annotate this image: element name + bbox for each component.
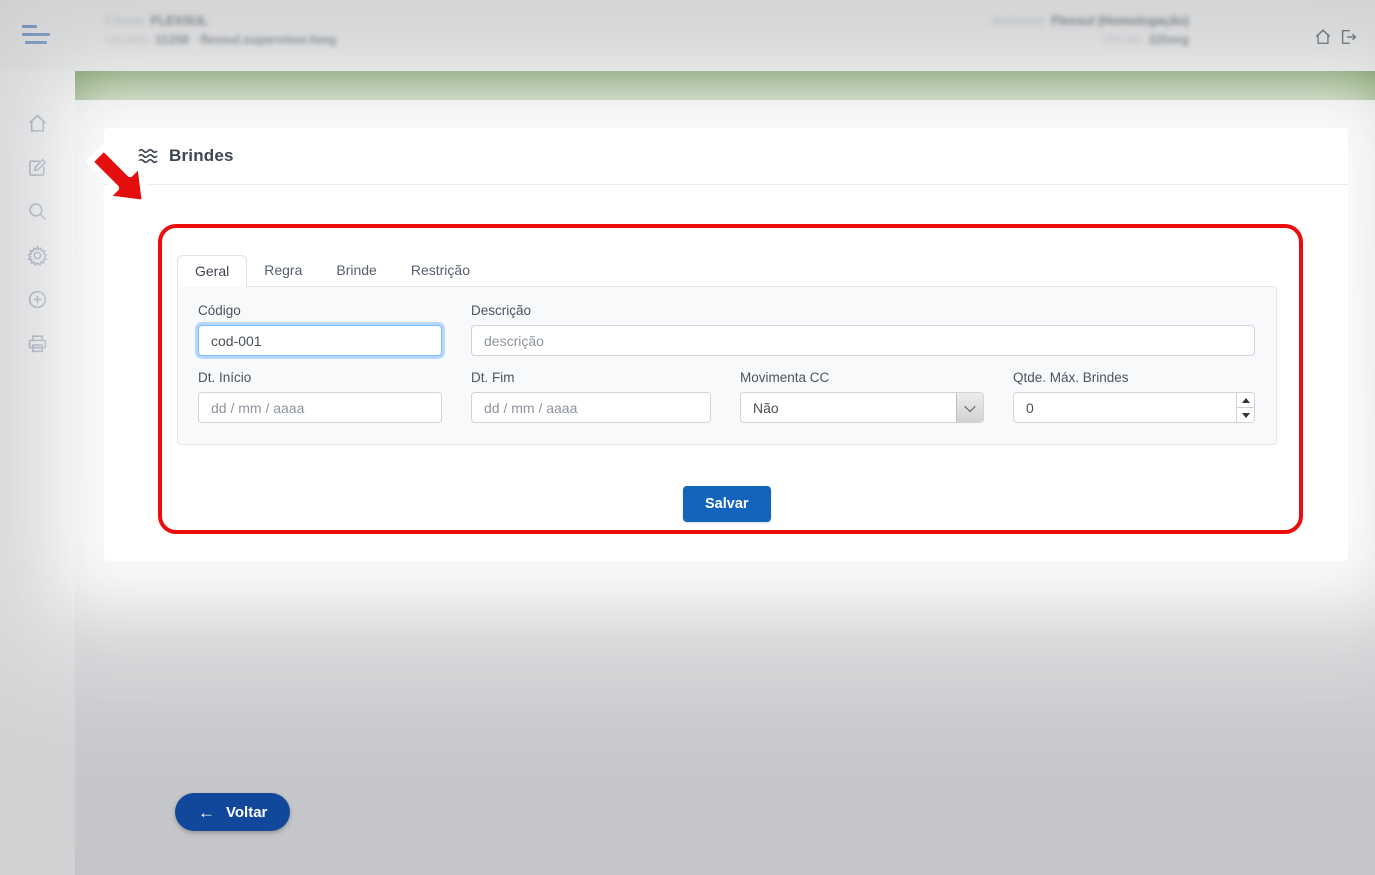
field-codigo: Código [198, 303, 442, 356]
arrow-left-icon: ← [198, 804, 215, 821]
triangle-down-icon [1242, 413, 1250, 418]
back-button-label: Voltar [226, 804, 267, 821]
settings-icon[interactable] [27, 245, 48, 266]
dt-inicio-label: Dt. Início [198, 370, 442, 385]
codigo-input[interactable] [198, 325, 442, 356]
green-accent-bar [75, 71, 1375, 100]
client-user-info: Cliente: FLEXSUL Usuário: 11258 - flexsu… [105, 12, 336, 50]
field-descricao: Descrição [471, 303, 1255, 356]
dt-inicio-input[interactable] [198, 392, 442, 423]
logout-icon[interactable] [1339, 28, 1357, 46]
home-icon[interactable] [1314, 28, 1332, 46]
movimenta-cc-label: Movimenta CC [740, 370, 984, 385]
sidebar-nav [0, 71, 75, 875]
save-button[interactable]: Salvar [683, 486, 771, 522]
triangle-up-icon [1242, 398, 1250, 403]
edit-icon[interactable] [27, 157, 48, 178]
environment-line: Ambiente: Flexsul (Homologação) [992, 12, 1189, 31]
top-header: Cliente: FLEXSUL Usuário: 11258 - flexsu… [0, 0, 1375, 71]
field-dt-fim: Dt. Fim [471, 370, 711, 423]
version-line: Versão: 22hmg [992, 31, 1189, 50]
home-icon[interactable] [27, 113, 48, 134]
chevron-down-icon [964, 400, 975, 411]
field-movimenta-cc: Movimenta CC Não [740, 370, 984, 423]
search-icon[interactable] [27, 201, 48, 222]
dt-fim-label: Dt. Fim [471, 370, 711, 385]
field-qtde-max: Qtde. Máx. Brindes [1013, 370, 1255, 423]
field-dt-inicio: Dt. Início [198, 370, 442, 423]
descricao-label: Descrição [471, 303, 1255, 318]
environment-info: Ambiente: Flexsul (Homologação) Versão: … [992, 12, 1189, 50]
tab-brinde[interactable]: Brinde [319, 255, 393, 286]
codigo-label: Código [198, 303, 442, 318]
qtde-max-input[interactable] [1013, 392, 1255, 423]
movimenta-cc-select[interactable]: Não [740, 392, 984, 423]
user-line: Usuário: 11258 - flexsul.supervisor.hmg [105, 31, 336, 50]
movimenta-cc-value: Não [741, 400, 779, 416]
form-panel: Código Descrição Dt. Início Dt. Fim Movi… [177, 286, 1277, 445]
client-line: Cliente: FLEXSUL [105, 12, 336, 31]
waves-icon [137, 146, 159, 166]
tab-restricao[interactable]: Restrição [394, 255, 487, 286]
back-button[interactable]: ← Voltar [175, 793, 290, 831]
dt-fim-input[interactable] [471, 392, 711, 423]
tab-bar: Geral Regra Brinde Restrição [177, 255, 1277, 286]
tab-geral[interactable]: Geral [177, 255, 247, 287]
add-icon[interactable] [27, 289, 48, 310]
select-dropdown-button[interactable] [956, 393, 983, 422]
app-screen: Cliente: FLEXSUL Usuário: 11258 - flexsu… [0, 0, 1375, 875]
card-header: Brindes [104, 128, 1348, 185]
spinner-down-button[interactable] [1237, 408, 1254, 422]
menu-icon[interactable] [22, 25, 52, 47]
number-spinner [1236, 393, 1254, 422]
page-title: Brindes [169, 146, 234, 166]
tab-regra[interactable]: Regra [247, 255, 319, 286]
qtde-max-label: Qtde. Máx. Brindes [1013, 370, 1255, 385]
descricao-input[interactable] [471, 325, 1255, 356]
spinner-up-button[interactable] [1237, 393, 1254, 408]
print-icon[interactable] [27, 333, 48, 354]
